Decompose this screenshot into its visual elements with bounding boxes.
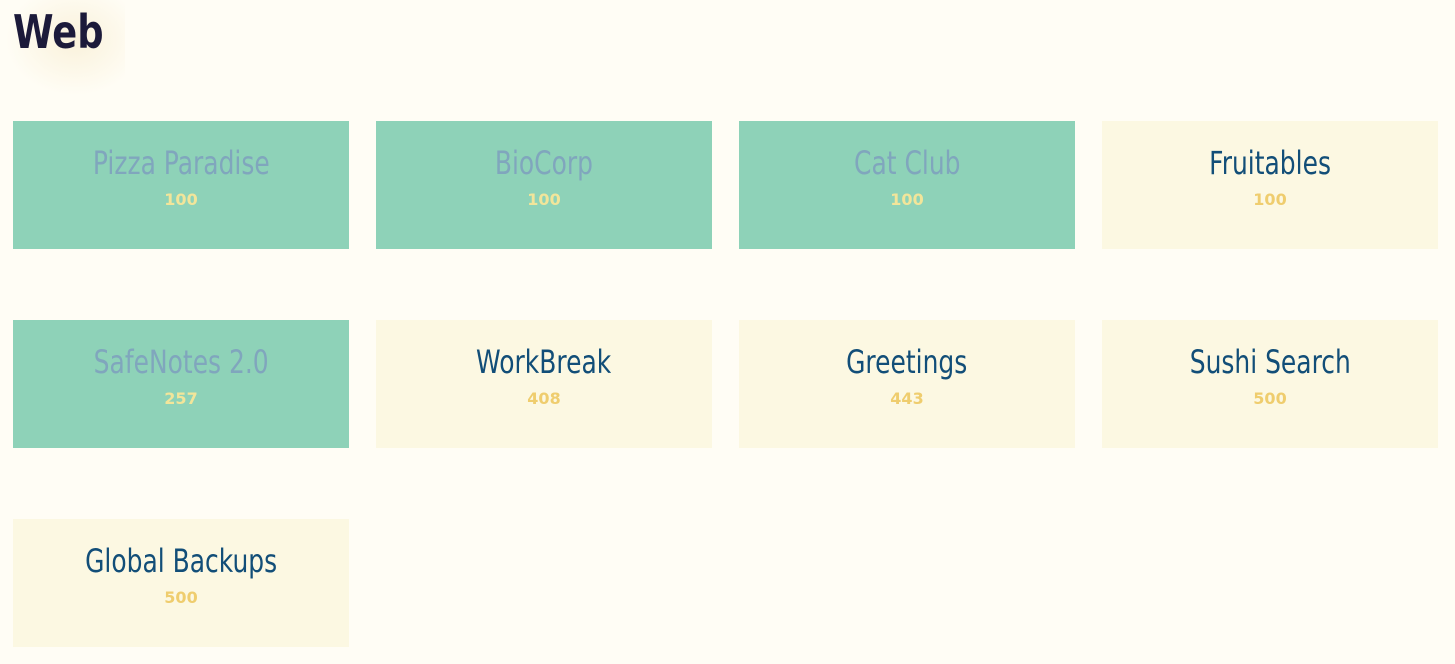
challenge-card-global-backups[interactable]: Global Backups 500: [13, 519, 349, 647]
challenge-name: Cat Club: [853, 144, 961, 182]
challenge-card-sushi-search[interactable]: Sushi Search 500: [1102, 320, 1438, 448]
challenge-name: Global Backups: [84, 542, 278, 580]
challenge-name: Sushi Search: [1189, 343, 1351, 381]
challenge-name: Greetings: [846, 343, 968, 381]
challenge-points: 100: [890, 190, 924, 209]
challenge-card-fruitables[interactable]: Fruitables 100: [1102, 121, 1438, 249]
challenge-name: WorkBreak: [476, 343, 612, 381]
challenge-name: Fruitables: [1209, 144, 1331, 182]
challenge-name: BioCorp: [494, 144, 594, 182]
challenge-card-cat-club[interactable]: Cat Club 100: [739, 121, 1075, 249]
challenge-name: Pizza Paradise: [92, 144, 270, 182]
challenge-card-biocorp[interactable]: BioCorp 100: [376, 121, 712, 249]
challenge-points: 100: [1253, 190, 1287, 209]
challenge-points: 443: [890, 389, 924, 408]
challenge-points: 500: [164, 588, 198, 607]
challenge-points: 100: [527, 190, 561, 209]
challenge-points: 257: [164, 389, 198, 408]
challenge-name: SafeNotes 2.0: [93, 343, 269, 381]
challenge-card-safenotes[interactable]: SafeNotes 2.0 257: [13, 320, 349, 448]
challenge-grid: Pizza Paradise 100 BioCorp 100 Cat Club …: [13, 121, 1438, 647]
challenge-card-pizza-paradise[interactable]: Pizza Paradise 100: [13, 121, 349, 249]
challenge-card-workbreak[interactable]: WorkBreak 408: [376, 320, 712, 448]
category-title: Web: [13, 5, 104, 59]
challenge-card-greetings[interactable]: Greetings 443: [739, 320, 1075, 448]
challenge-points: 500: [1253, 389, 1287, 408]
challenge-points: 100: [164, 190, 198, 209]
challenge-points: 408: [527, 389, 561, 408]
